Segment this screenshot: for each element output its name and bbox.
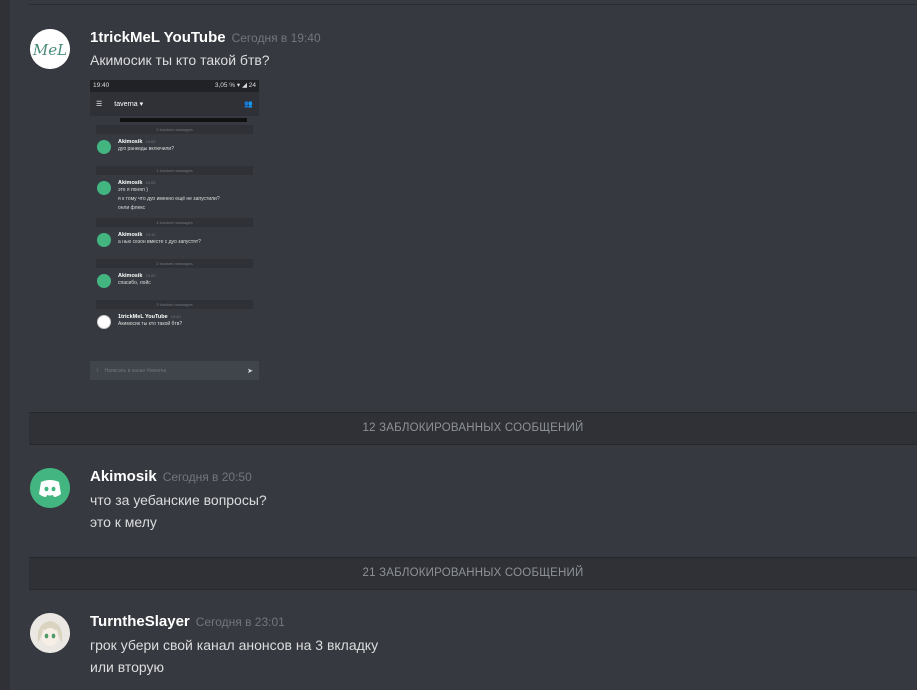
message-text: или вторую [90, 659, 164, 675]
username[interactable]: 1trickMeL YouTube [90, 29, 226, 46]
discord-avatar-icon [97, 233, 111, 247]
discord-avatar-icon [97, 274, 111, 288]
mini-message: Akimosik 19:05 дуо ранкеды включили? [90, 137, 259, 163]
message-text: это к мелу [90, 514, 157, 530]
mini-message: 1trickMeL YouTube 19:40 Акимосик ты кто т… [90, 312, 259, 338]
phone-top-bar: ☰ taverna ▾ 👥 [90, 92, 259, 116]
members-icon: 👥 [244, 101, 253, 108]
mel-avatar-icon [97, 315, 111, 329]
top-divider [29, 4, 917, 5]
mini-blocked: 3 blocked messages [96, 300, 253, 309]
mini-line: я к тому что дуо именно ещё не запустили… [118, 196, 220, 202]
send-icon: ➤ [247, 367, 253, 375]
mini-input-placeholder: Написать в канал #taverna [104, 367, 167, 374]
mini-line: Акимосик ты кто такой бтв? [118, 321, 183, 327]
message-header: TurntheSlayer Сегодня в 23:01 [90, 613, 285, 631]
mini-blocked: 2 blocked messages [96, 125, 253, 134]
mini-line: дуо ранкеды включили? [118, 146, 175, 152]
message-group: Akimosik Сегодня в 20:50 что за уебанские… [30, 468, 890, 538]
timestamp: Сегодня в 19:40 [231, 31, 321, 45]
timestamp: Сегодня в 20:50 [162, 470, 252, 484]
avatar[interactable]: MeL [30, 29, 70, 69]
message-text: что за уебанские вопросы? [90, 492, 267, 508]
anime-avatar-icon [30, 613, 70, 653]
redacted-bar [120, 118, 247, 122]
mini-line: онли флекс [118, 205, 146, 211]
status-time: 19:40 [93, 82, 110, 89]
mini-blocked: 2 blocked messages [96, 259, 253, 268]
discord-logo-icon [30, 468, 70, 508]
mini-blocked: 1 blocked messages [96, 166, 253, 175]
left-scroll-gutter [0, 0, 10, 690]
discord-avatar-icon [97, 181, 111, 195]
username[interactable]: Akimosik [90, 468, 157, 485]
hamburger-icon: ☰ [96, 101, 103, 108]
blocked-messages-bar[interactable]: 12 ЗАБЛОКИРОВАННЫХ СООБЩЕНИЙ [29, 412, 917, 445]
message-text: Акимосик ты кто такой бтв? [90, 52, 270, 68]
svg-text:MeL: MeL [32, 41, 67, 59]
message-header: Akimosik Сегодня в 20:50 [90, 468, 252, 486]
mini-input-bar: ⌇ Написать в канал #taverna ➤ [90, 361, 259, 380]
message-group: TurntheSlayer Сегодня в 23:01 грок убери … [30, 613, 890, 683]
mini-line: это я понял ) [118, 187, 148, 193]
phone-status-bar: 19:40 3,05 % ▾ ◢ 24 [90, 80, 259, 92]
username[interactable]: TurntheSlayer [90, 613, 190, 630]
mini-line: а нью сезон вместе с дуо запустят? [118, 239, 201, 245]
channel-name: taverna ▾ [114, 101, 144, 108]
message-text: грок убери свой канал анонсов на 3 вклад… [90, 637, 379, 653]
mini-line: спасибо, лойс [118, 280, 151, 286]
image-attachment[interactable]: 19:40 3,05 % ▾ ◢ 24 ☰ taverna ▾ 👥 2 bloc… [90, 80, 259, 380]
mini-blocked: 4 blocked messages [96, 218, 253, 227]
mel-logo-icon: MeL [30, 29, 70, 69]
blocked-messages-bar[interactable]: 21 ЗАБЛОКИРОВАННЫХ СООБЩЕНИЙ [29, 557, 917, 590]
avatar[interactable] [30, 468, 70, 508]
timestamp: Сегодня в 23:01 [195, 615, 285, 629]
message-header: 1trickMeL YouTube Сегодня в 19:40 [90, 29, 321, 47]
discord-avatar-icon [97, 140, 111, 154]
mini-message: Akimosik 19:10 а нью сезон вместе с дуо з… [90, 230, 259, 256]
mini-message: Akimosik 19:06 это я понял ) я к тому что… [90, 178, 259, 215]
status-right: 3,05 % ▾ ◢ 24 [214, 82, 256, 89]
paperclip-icon: ⌇ [96, 367, 99, 374]
mini-message: Akimosik 19:20 спасибо, лойс [90, 271, 259, 297]
avatar[interactable] [30, 613, 70, 653]
